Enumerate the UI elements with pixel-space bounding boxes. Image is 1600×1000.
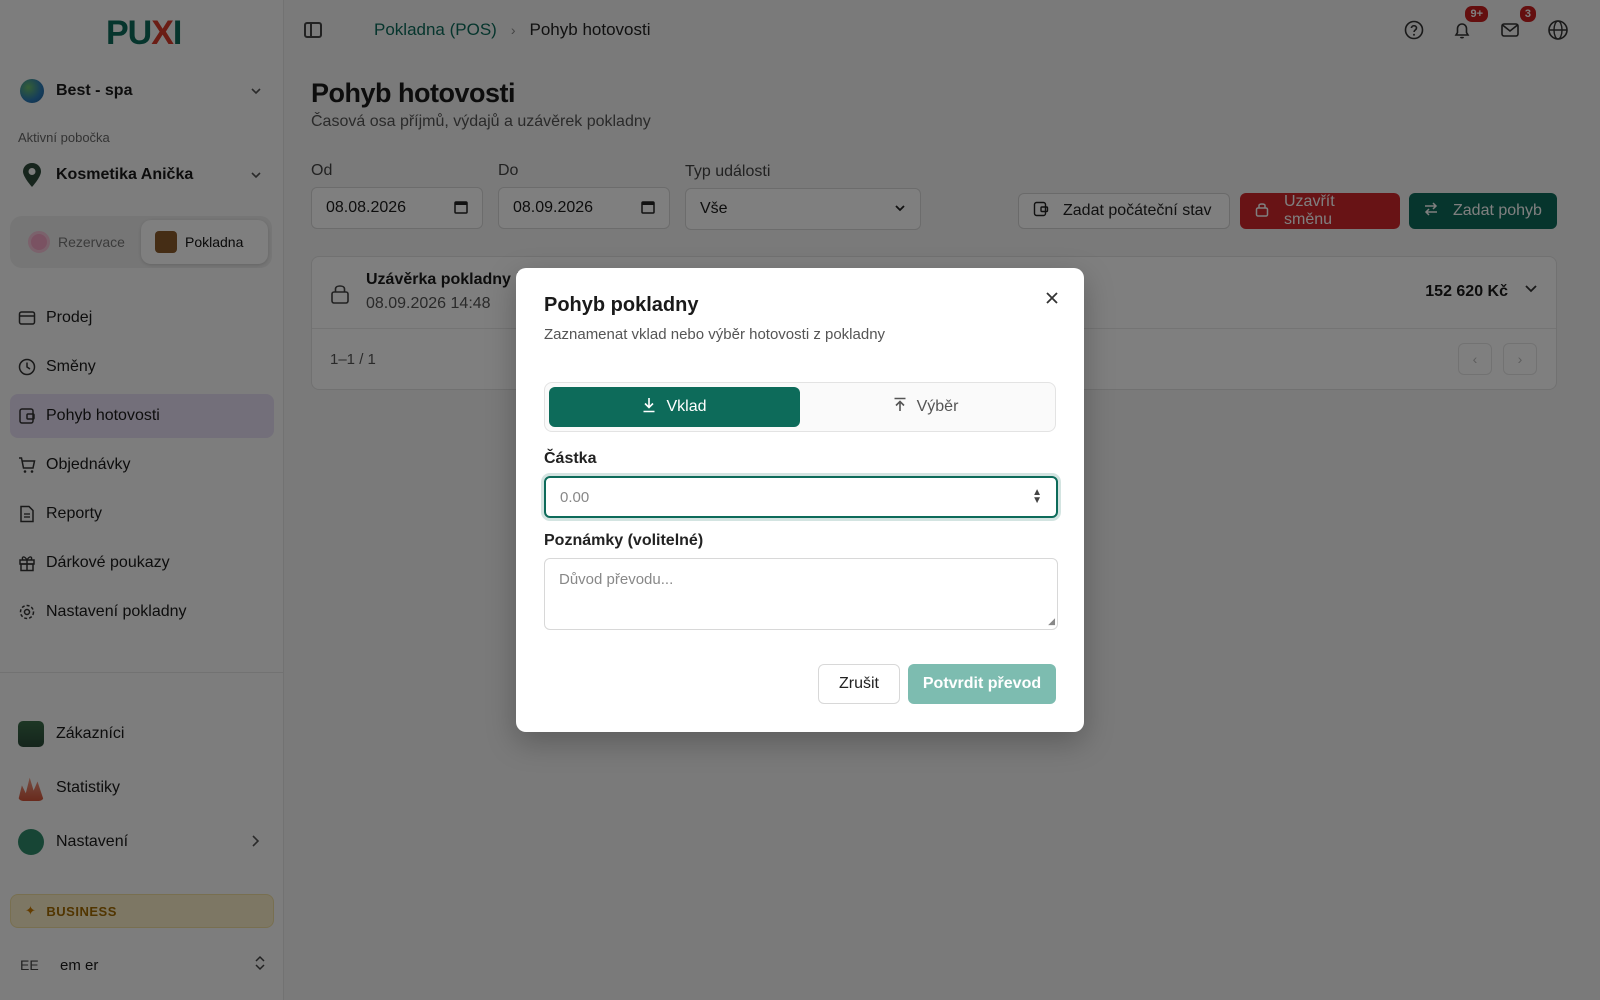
amount-label: Částka xyxy=(544,450,597,467)
deposit-label: Vklad xyxy=(666,398,707,415)
number-stepper-icon[interactable]: ▲ ▼ xyxy=(1032,488,1042,506)
deposit-option[interactable]: Vklad xyxy=(549,387,800,427)
cash-movement-dialog: Pohyb pokladny Zaznamenat vklad nebo výb… xyxy=(516,268,1084,732)
notes-label: Poznámky (volitelné) xyxy=(544,532,704,549)
close-icon[interactable] xyxy=(1040,286,1064,310)
withdraw-option[interactable]: Výběr xyxy=(800,387,1051,427)
dialog-subtitle: Zaznamenat vklad nebo výběr hotovosti z … xyxy=(544,326,886,343)
upload-icon xyxy=(893,397,907,417)
withdraw-label: Výběr xyxy=(916,398,959,415)
resize-handle-icon[interactable]: ◢ xyxy=(1048,616,1055,627)
confirm-transfer-button[interactable]: Potvrdit převod xyxy=(908,664,1056,704)
notes-textarea[interactable]: Důvod převodu... ◢ xyxy=(544,558,1058,630)
amount-placeholder: 0.00 xyxy=(560,488,590,506)
movement-type-toggle: Vklad Výběr xyxy=(544,382,1056,432)
cancel-button[interactable]: Zrušit xyxy=(818,664,900,704)
notes-placeholder: Důvod převodu... xyxy=(559,571,674,588)
download-icon xyxy=(642,397,656,417)
dialog-title: Pohyb pokladny xyxy=(544,294,699,316)
amount-input[interactable]: 0.00 ▲ ▼ xyxy=(544,476,1058,518)
